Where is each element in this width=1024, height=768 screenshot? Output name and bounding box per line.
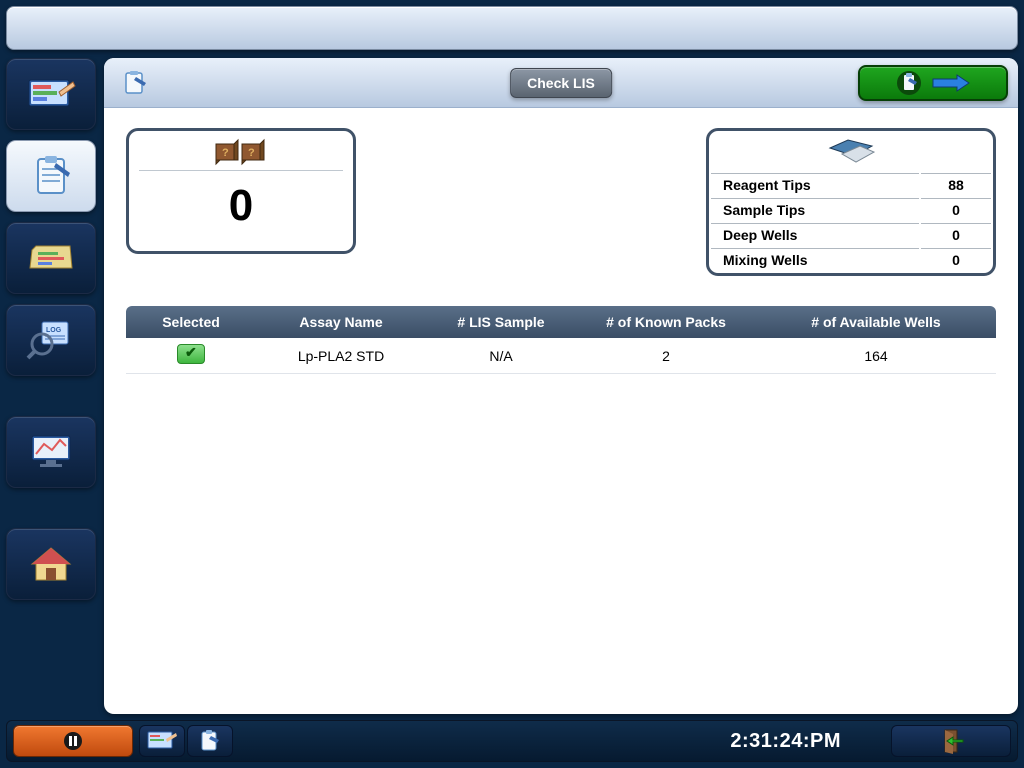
content-area: ? ? 0 Reagent Tips88 Samp: [112, 114, 1010, 706]
clipboard-small-icon: [120, 69, 148, 97]
nav-run-button[interactable]: [6, 58, 96, 130]
tips-tray-icon: [824, 136, 878, 166]
exit-button[interactable]: [891, 725, 1011, 757]
col-selected: Selected: [126, 306, 256, 338]
monitor-chart-icon: [26, 430, 76, 474]
clipboard-round-icon: [895, 70, 923, 96]
clipboard-small2-icon: [197, 729, 223, 753]
folder-results-icon: [26, 238, 76, 278]
tips-row-label: Reagent Tips: [711, 173, 919, 196]
sample-count-value: 0: [129, 171, 353, 241]
col-assay-name: Assay Name: [256, 306, 426, 338]
touchscreen-small-icon: [146, 729, 178, 753]
check-icon: [177, 344, 205, 364]
touchscreen-icon: [25, 74, 77, 114]
pause-icon: [63, 731, 83, 751]
bottom-bar: 2:31:24:PM: [6, 720, 1018, 762]
col-known-packs: # of Known Packs: [576, 306, 756, 338]
cell-assay-name: Lp-PLA2 STD: [256, 338, 426, 374]
door-exit-icon: [933, 728, 969, 754]
cell-known-packs: 2: [576, 338, 756, 374]
tips-row-label: Sample Tips: [711, 198, 919, 221]
svg-text:LOG: LOG: [46, 327, 62, 334]
proceed-button[interactable]: [858, 65, 1008, 101]
consumables-box: Reagent Tips88 Sample Tips0 Deep Wells0 …: [706, 128, 996, 276]
pack-boxes-icon: ? ?: [212, 134, 270, 168]
tips-row-value: 0: [921, 198, 991, 221]
nav-home-button[interactable]: [6, 528, 96, 600]
assay-table: Selected Assay Name # LIS Sample # of Kn…: [126, 306, 996, 374]
tips-row-value: 0: [921, 248, 991, 271]
home-icon: [26, 542, 76, 586]
magnifier-log-icon: LOG: [26, 318, 76, 362]
top-header-bar: [6, 6, 1018, 50]
cell-lis-sample: N/A: [426, 338, 576, 374]
check-lis-button[interactable]: Check LIS: [510, 68, 612, 98]
mini-run-button[interactable]: [139, 725, 185, 757]
tips-row-value: 0: [921, 223, 991, 246]
nav-logs-button[interactable]: LOG: [6, 304, 96, 376]
sample-count-box: ? ? 0: [126, 128, 356, 254]
tips-row-label: Deep Wells: [711, 223, 919, 246]
toolbar: Check LIS: [104, 58, 1018, 108]
nav-results-button[interactable]: [6, 222, 96, 294]
clock-display: 2:31:24:PM: [730, 730, 841, 753]
sidebar: LOG: [6, 58, 98, 714]
nav-analysis-button[interactable]: [6, 416, 96, 488]
svg-text:?: ?: [248, 147, 255, 159]
table-row[interactable]: Lp-PLA2 STD N/A 2 164: [126, 338, 996, 374]
svg-text:?: ?: [222, 147, 229, 159]
tips-row-label: Mixing Wells: [711, 248, 919, 271]
arrow-right-icon: [931, 73, 971, 93]
cell-avail-wells: 164: [756, 338, 996, 374]
col-lis-sample: # LIS Sample: [426, 306, 576, 338]
tips-row-value: 88: [921, 173, 991, 196]
clipboard-icon: [28, 153, 74, 199]
pause-button[interactable]: [13, 725, 133, 757]
nav-worklist-button[interactable]: [6, 140, 96, 212]
main-panel: Check LIS ?: [104, 58, 1018, 714]
mini-worklist-button[interactable]: [187, 725, 233, 757]
col-avail-wells: # of Available Wells: [756, 306, 996, 338]
